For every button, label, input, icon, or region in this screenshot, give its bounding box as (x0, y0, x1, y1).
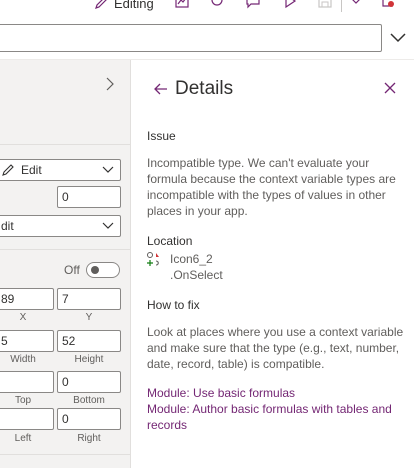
pencil-icon (95, 0, 107, 9)
location-control-link[interactable]: Icon6_2 (170, 252, 213, 266)
control-icon (147, 252, 159, 266)
divider (0, 249, 131, 250)
how-to-fix-text: Look at places where you use a context v… (147, 325, 404, 371)
comment-icon[interactable] (245, 0, 261, 10)
health-icon[interactable] (209, 0, 225, 10)
padding-left-input[interactable] (0, 408, 54, 430)
number-input[interactable]: 0 (57, 186, 121, 208)
x-value: 89 (1, 292, 15, 306)
toolbar-separator (341, 0, 342, 12)
edit-mode-select[interactable]: Edit (0, 159, 121, 181)
height-caption: Height (74, 354, 104, 365)
formula-bar-input[interactable] (0, 24, 382, 52)
toggle-switch[interactable] (86, 262, 120, 278)
height-input[interactable]: 52 (57, 330, 121, 352)
padding-right-input[interactable]: 0 (57, 408, 121, 430)
play-icon[interactable] (282, 0, 298, 10)
top-caption: Top (14, 395, 32, 406)
details-header: Details (132, 78, 414, 102)
issue-heading: Issue (147, 129, 176, 143)
location-property: .OnSelect (170, 268, 223, 282)
divider (0, 454, 131, 455)
y-value: 7 (62, 292, 69, 306)
editing-label: Editing (114, 0, 154, 11)
publish-icon[interactable] (380, 0, 396, 10)
command-bar: Editing (0, 0, 414, 14)
padding-top-input[interactable] (0, 371, 54, 393)
close-icon[interactable] (384, 82, 396, 94)
chevron-down-icon[interactable] (348, 0, 364, 10)
location-heading: Location (147, 234, 193, 248)
chevron-right-icon[interactable] (104, 77, 116, 91)
display-mode-select[interactable]: dit (0, 215, 121, 237)
details-pane: Details Issue Incompatible type. We can'… (132, 60, 414, 468)
module-link-basic-formulas[interactable]: Module: Use basic formulas (147, 385, 405, 401)
divider (0, 144, 131, 145)
edit-mode-value: Edit (21, 163, 42, 177)
issue-text: Incompatible type. We can't evaluate you… (147, 156, 396, 218)
width-input[interactable]: 5 (0, 330, 54, 352)
display-mode-value: dit (1, 219, 14, 233)
arrow-left-icon[interactable] (154, 82, 168, 96)
bottom-value: 0 (62, 375, 69, 389)
y-caption: Y (85, 312, 93, 323)
insights-icon[interactable] (174, 0, 190, 10)
x-caption: X (19, 312, 27, 323)
x-position-input[interactable]: 89 (0, 288, 54, 310)
number-input-value: 0 (62, 190, 69, 204)
chevron-down-icon (102, 166, 114, 173)
right-caption: Right (77, 433, 101, 444)
left-caption: Left (14, 433, 32, 444)
chevron-down-icon (102, 222, 114, 229)
properties-panel: Edit 0 dit Off 89 7 X Y 5 52 Width Heigh… (0, 60, 131, 468)
bottom-caption: Bottom (73, 395, 105, 406)
height-value: 52 (62, 334, 76, 348)
padding-bottom-input[interactable]: 0 (57, 371, 121, 393)
toggle-state-label: Off (64, 263, 80, 277)
save-icon[interactable] (317, 0, 333, 10)
width-value: 5 (1, 334, 8, 348)
right-value: 0 (62, 412, 69, 426)
y-position-input[interactable]: 7 (57, 288, 121, 310)
how-to-fix-heading: How to fix (147, 298, 200, 312)
width-caption: Width (10, 354, 36, 365)
details-title: Details (175, 78, 234, 99)
pencil-icon (2, 164, 14, 176)
expand-formula-bar-icon[interactable] (388, 30, 408, 46)
module-link-tables-records[interactable]: Module: Author basic formulas with table… (147, 401, 405, 433)
editing-button[interactable]: Editing (94, 0, 154, 12)
toggle-knob (91, 266, 99, 274)
